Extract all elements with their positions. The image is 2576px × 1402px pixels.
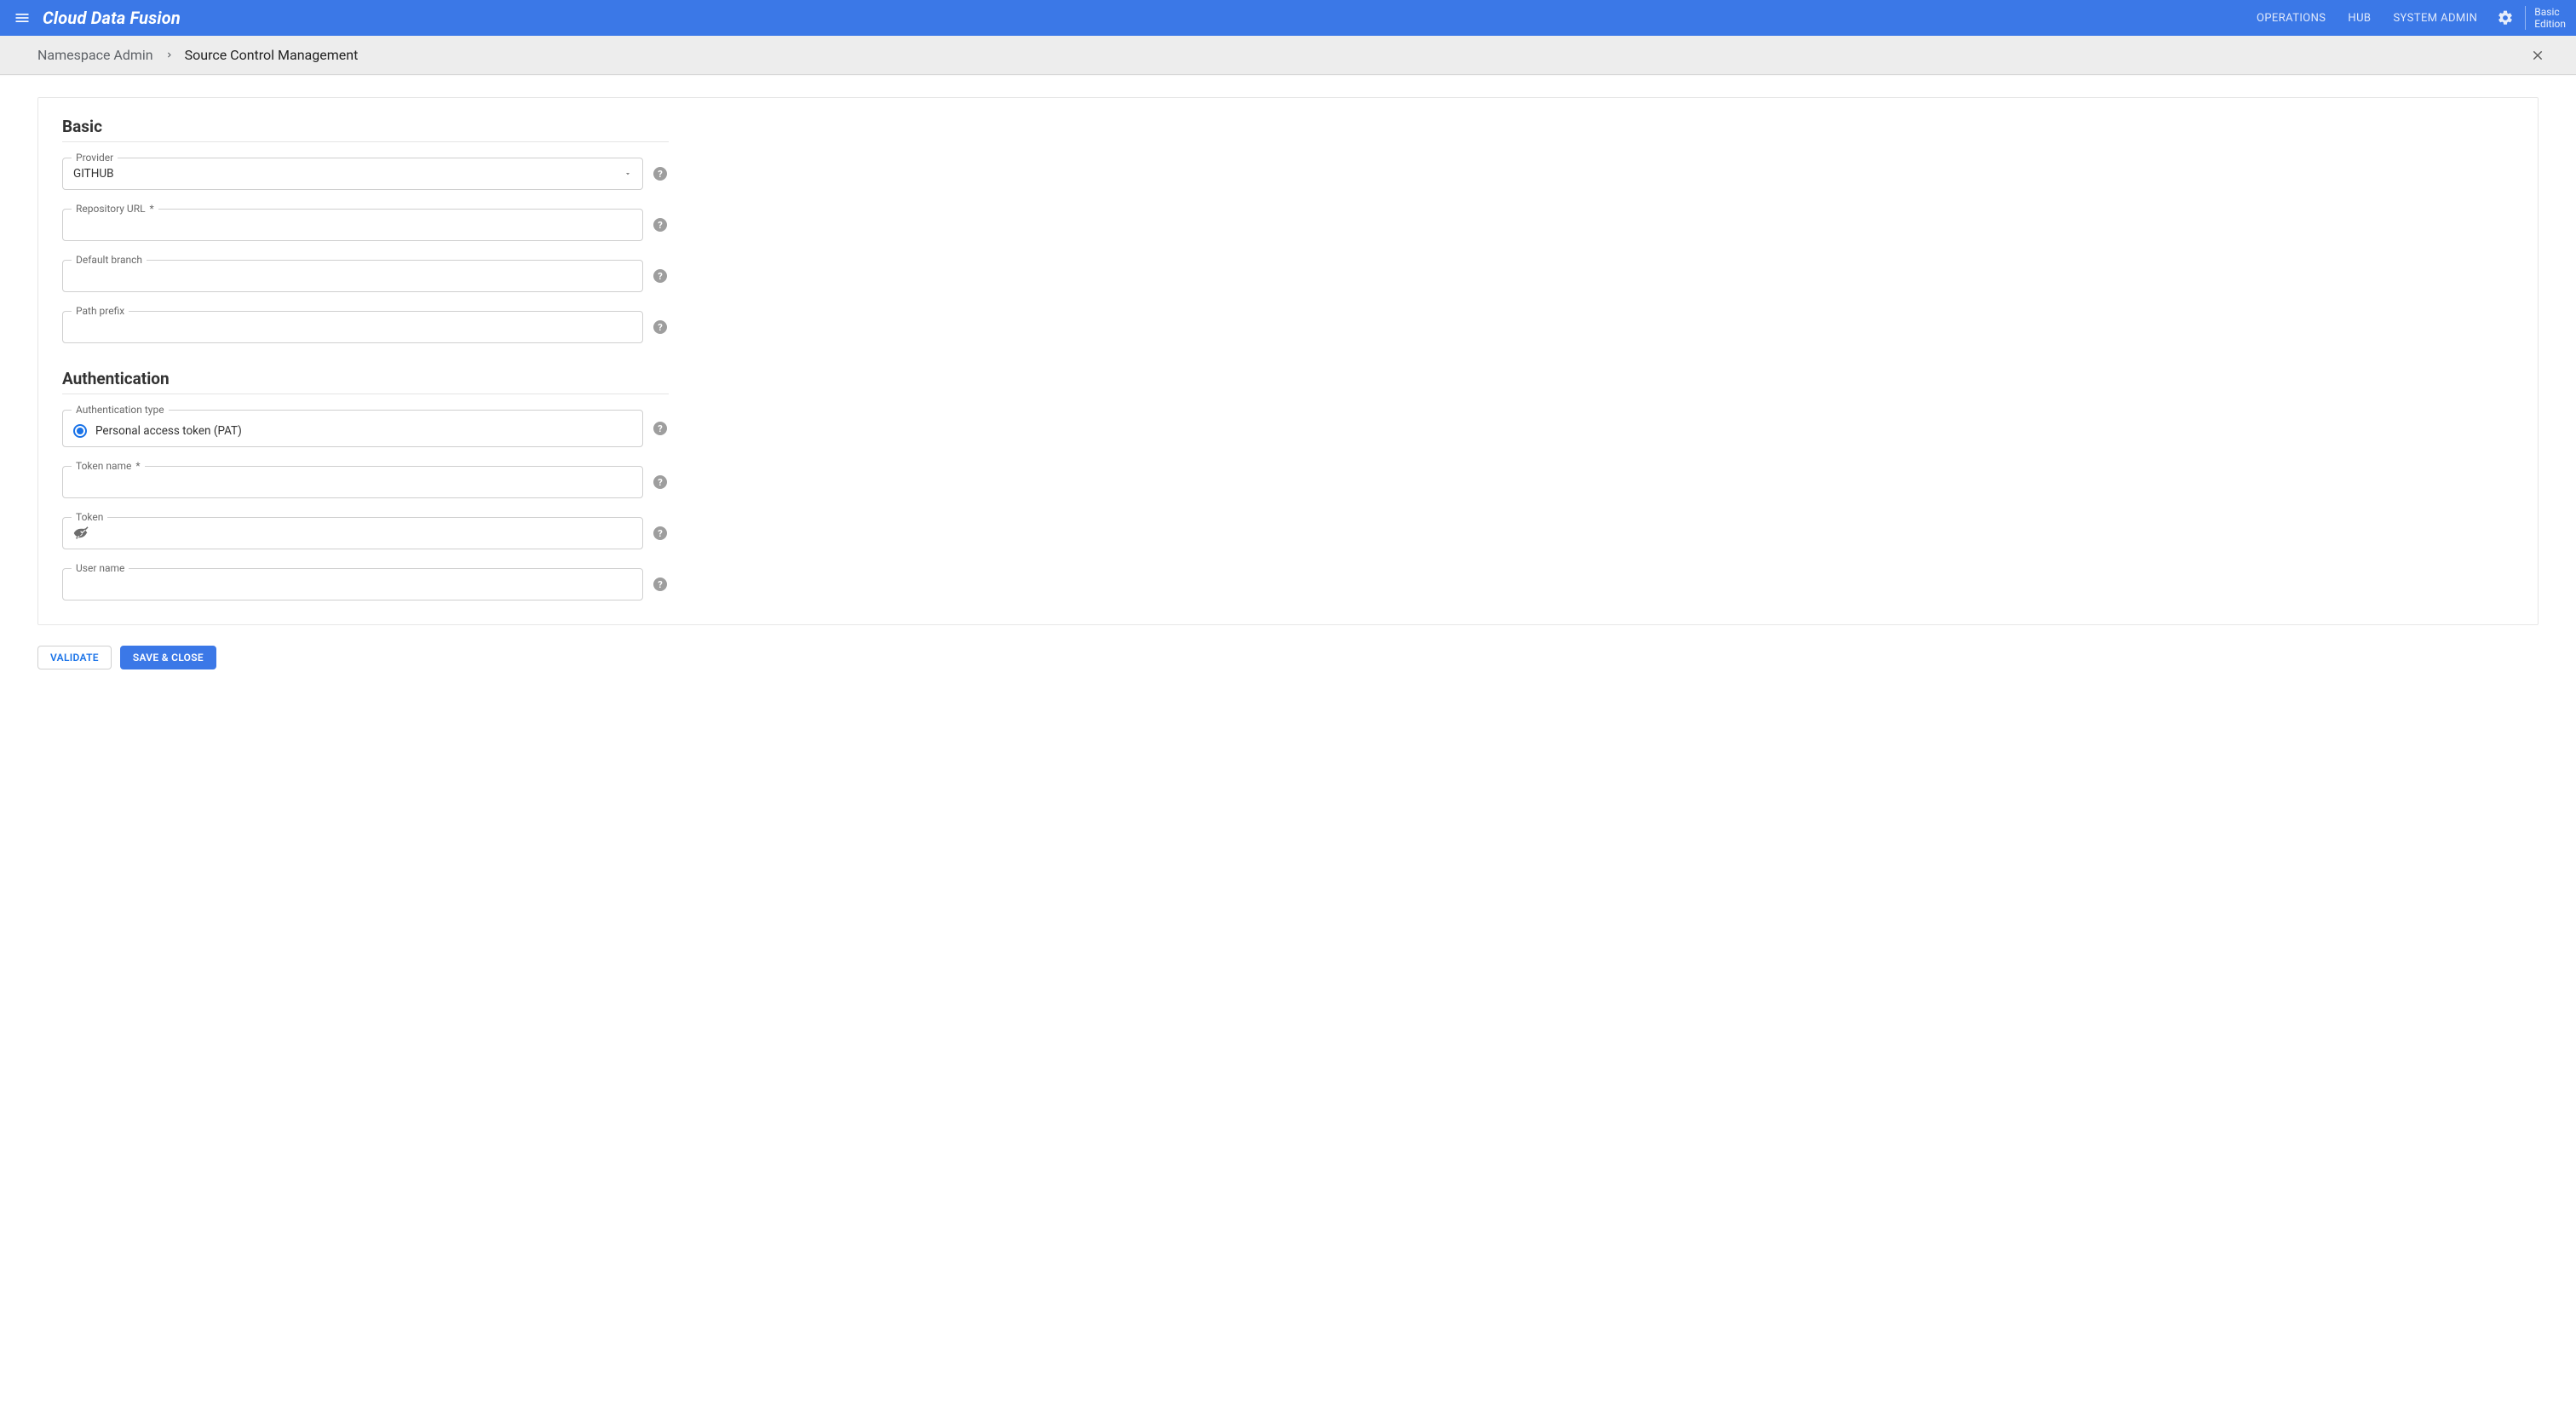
radio-icon bbox=[73, 424, 87, 438]
token-name-input[interactable] bbox=[73, 475, 632, 489]
default-branch-input[interactable] bbox=[73, 269, 632, 283]
help-icon-auth-type[interactable]: ? bbox=[653, 422, 667, 435]
form-panel: Basic Provider GITHUB ? Repository URL *… bbox=[37, 97, 2539, 625]
default-branch-field[interactable]: Default branch bbox=[62, 260, 643, 292]
token-label: Token bbox=[72, 511, 107, 523]
help-icon-token[interactable]: ? bbox=[653, 526, 667, 540]
token-name-field[interactable]: Token name * bbox=[62, 466, 643, 498]
nav-system-admin[interactable]: SYSTEM ADMIN bbox=[2393, 12, 2477, 25]
user-name-input[interactable] bbox=[73, 577, 632, 591]
settings-button[interactable] bbox=[2493, 5, 2518, 31]
section-title-auth: Authentication bbox=[62, 369, 677, 388]
field-row-provider: Provider GITHUB ? bbox=[62, 158, 677, 190]
help-icon-default-branch[interactable]: ? bbox=[653, 269, 667, 283]
field-row-default-branch: Default branch ? bbox=[62, 260, 677, 292]
path-prefix-label: Path prefix bbox=[72, 305, 129, 317]
required-star: * bbox=[147, 203, 154, 215]
token-input[interactable] bbox=[94, 526, 632, 540]
field-row-path-prefix: Path prefix ? bbox=[62, 311, 677, 343]
help-icon-path-prefix[interactable]: ? bbox=[653, 320, 667, 334]
save-close-button[interactable]: SAVE & CLOSE bbox=[120, 646, 216, 669]
auth-type-radio-pat[interactable]: Personal access token (PAT) bbox=[73, 422, 242, 438]
auth-type-group: Authentication type Personal access toke… bbox=[62, 410, 643, 447]
token-field[interactable]: Token bbox=[62, 517, 643, 549]
repo-url-input[interactable] bbox=[73, 218, 632, 232]
footer-buttons: VALIDATE SAVE & CLOSE bbox=[37, 646, 2576, 669]
field-row-token-name: Token name * ? bbox=[62, 466, 677, 498]
provider-label: Provider bbox=[72, 152, 118, 164]
provider-value: GITHUB bbox=[73, 167, 624, 181]
auth-type-label: Authentication type bbox=[72, 404, 169, 416]
breadcrumb-current: Source Control Management bbox=[185, 47, 359, 63]
field-row-auth-type: Authentication type Personal access toke… bbox=[62, 410, 677, 447]
field-row-repo-url: Repository URL * ? bbox=[62, 209, 677, 241]
app-bar: Cloud Data Fusion OPERATIONS HUB SYSTEM … bbox=[0, 0, 2576, 36]
user-name-label: User name bbox=[72, 562, 129, 574]
edition-badge: Basic Edition bbox=[2534, 6, 2566, 31]
nav-operations[interactable]: OPERATIONS bbox=[2257, 12, 2326, 25]
section-title-basic: Basic bbox=[62, 117, 677, 136]
path-prefix-input[interactable] bbox=[73, 320, 632, 334]
provider-select[interactable]: Provider GITHUB bbox=[62, 158, 643, 190]
edition-line1: Basic bbox=[2534, 6, 2566, 18]
section-rule-basic bbox=[62, 141, 669, 142]
nav-hub[interactable]: HUB bbox=[2348, 12, 2371, 25]
chevron-right-icon bbox=[165, 51, 173, 59]
help-icon-token-name[interactable]: ? bbox=[653, 475, 667, 489]
breadcrumb-bar: Namespace Admin Source Control Managemen… bbox=[0, 36, 2576, 75]
close-button[interactable] bbox=[2525, 43, 2550, 68]
edition-line2: Edition bbox=[2534, 18, 2566, 30]
auth-type-option-label: Personal access token (PAT) bbox=[95, 424, 242, 438]
hamburger-icon bbox=[14, 9, 31, 26]
help-icon-user-name[interactable]: ? bbox=[653, 577, 667, 591]
help-icon-provider[interactable]: ? bbox=[653, 167, 667, 181]
validate-button[interactable]: VALIDATE bbox=[37, 646, 112, 669]
required-star: * bbox=[133, 460, 140, 472]
token-name-label: Token name * bbox=[72, 460, 145, 472]
chevron-down-icon bbox=[624, 170, 632, 178]
brand-title: Cloud Data Fusion bbox=[43, 8, 181, 28]
field-row-token: Token ? bbox=[62, 517, 677, 549]
default-branch-label: Default branch bbox=[72, 254, 147, 266]
breadcrumb-prev[interactable]: Namespace Admin bbox=[37, 47, 153, 63]
appbar-divider bbox=[2525, 6, 2526, 30]
gear-icon bbox=[2497, 9, 2514, 26]
help-icon-repo-url[interactable]: ? bbox=[653, 218, 667, 232]
menu-button[interactable] bbox=[7, 3, 37, 33]
eye-off-icon bbox=[73, 526, 89, 541]
repo-url-label: Repository URL * bbox=[72, 203, 158, 215]
path-prefix-field[interactable]: Path prefix bbox=[62, 311, 643, 343]
nav-links: OPERATIONS HUB SYSTEM ADMIN bbox=[2257, 12, 2477, 25]
field-row-user-name: User name ? bbox=[62, 568, 677, 600]
user-name-field[interactable]: User name bbox=[62, 568, 643, 600]
close-icon bbox=[2531, 49, 2544, 62]
visibility-toggle[interactable] bbox=[73, 526, 89, 541]
repo-url-field[interactable]: Repository URL * bbox=[62, 209, 643, 241]
form-column: Basic Provider GITHUB ? Repository URL *… bbox=[38, 117, 677, 600]
